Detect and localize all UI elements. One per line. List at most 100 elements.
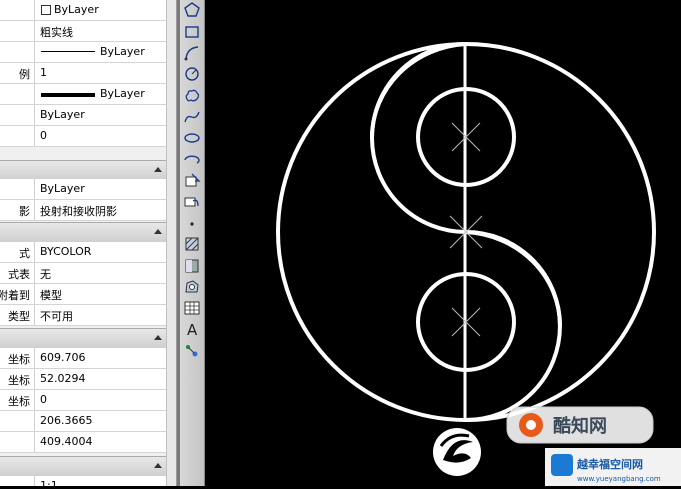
property-row[interactable]: 式 BYCOLOR xyxy=(0,242,176,263)
property-row[interactable]: 粗实线 xyxy=(0,21,176,42)
property-row[interactable]: 206.3665 xyxy=(0,411,176,432)
property-value[interactable]: ByLayer xyxy=(36,105,164,125)
property-row[interactable]: 附着到 模型 xyxy=(0,284,176,305)
property-value[interactable]: ByLayer xyxy=(36,42,164,62)
property-key-label: 式 xyxy=(19,247,30,260)
polygon-icon[interactable] xyxy=(182,0,202,20)
gradient-icon[interactable] xyxy=(182,256,202,276)
property-value[interactable]: 409.4004 xyxy=(36,432,164,452)
property-row[interactable]: 例1 xyxy=(0,63,176,84)
property-value-text: ByLayer xyxy=(100,45,145,58)
property-row[interactable]: 409.4004 xyxy=(0,432,176,453)
property-value[interactable]: 1 xyxy=(36,63,164,83)
property-value-text: ByLayer xyxy=(40,108,85,121)
property-key-label: 式表 xyxy=(8,268,30,281)
panel-scrollbar[interactable] xyxy=(166,0,176,486)
property-value-text: 无 xyxy=(40,268,51,281)
add-selected-icon[interactable] xyxy=(182,340,202,360)
section-header-plot-style[interactable] xyxy=(0,222,176,243)
property-value-text: 1 xyxy=(40,66,47,79)
property-value-text: 0 xyxy=(40,393,47,406)
property-value-text: 52.0294 xyxy=(40,372,86,385)
property-key: 附着到 xyxy=(0,284,35,304)
property-key: 坐标 xyxy=(0,348,35,368)
property-key-label: 例 xyxy=(19,68,30,81)
point-icon[interactable] xyxy=(182,214,202,234)
property-key: 影 xyxy=(0,200,35,220)
make-block-icon[interactable] xyxy=(182,192,202,212)
spline-icon[interactable] xyxy=(182,107,202,127)
property-value-text: 0 xyxy=(40,129,47,142)
collapse-triangle-icon[interactable] xyxy=(154,335,162,340)
revision-cloud-icon[interactable] xyxy=(182,86,202,106)
color-swatch-icon xyxy=(41,5,51,15)
logo-swirl xyxy=(433,428,481,476)
property-row[interactable]: 影投射和接收阴影 xyxy=(0,200,176,221)
section-header-geometry[interactable] xyxy=(0,328,176,349)
property-value[interactable]: BYCOLOR xyxy=(36,242,164,262)
collapse-triangle-icon[interactable] xyxy=(154,463,162,468)
property-key: 坐标 xyxy=(0,390,35,410)
circle-icon[interactable] xyxy=(182,64,202,84)
property-row[interactable]: 式表无 xyxy=(0,263,176,284)
property-value-text: 投射和接收阴影 xyxy=(40,205,117,218)
property-value[interactable]: 1:1 xyxy=(36,476,164,486)
insert-block-icon[interactable] xyxy=(182,171,202,191)
property-value[interactable]: ByLayer xyxy=(36,179,164,199)
property-row[interactable]: 类型 不可用 xyxy=(0,305,176,326)
property-value[interactable]: 模型 xyxy=(36,284,164,304)
property-row[interactable]: 0 xyxy=(0,126,176,147)
property-value-text: ByLayer xyxy=(54,3,99,16)
property-key xyxy=(0,476,35,486)
property-key xyxy=(0,21,35,41)
drawing-canvas[interactable]: 酷知网 越幸福空间网 www.yueyangbang.com xyxy=(205,0,681,486)
property-row[interactable]: 1:1 xyxy=(0,476,176,486)
property-row[interactable]: 坐标 609.706 xyxy=(0,348,176,369)
property-value[interactable]: 无 xyxy=(36,263,164,283)
property-value[interactable]: 52.0294 xyxy=(36,369,164,389)
property-key xyxy=(0,179,35,199)
multiline-text-icon[interactable]: A xyxy=(182,319,202,339)
region-icon[interactable] xyxy=(182,277,202,297)
property-row[interactable]: 坐标 0 xyxy=(0,390,176,411)
property-value[interactable]: ByLayer xyxy=(36,84,164,104)
property-key-label: 附着到 xyxy=(0,289,30,302)
property-value[interactable]: 投射和接收阴影 xyxy=(36,200,164,220)
property-row[interactable]: ByLayer xyxy=(0,84,176,105)
arc-icon[interactable] xyxy=(182,43,202,63)
section-header-misc[interactable] xyxy=(0,456,176,477)
table-icon[interactable] xyxy=(182,298,202,318)
property-key-label: 坐标 xyxy=(8,395,30,408)
ellipse-icon[interactable] xyxy=(182,128,202,148)
property-value[interactable]: ByLayer xyxy=(36,0,164,20)
hatch-icon[interactable] xyxy=(182,234,202,254)
property-value[interactable]: 609.706 xyxy=(36,348,164,368)
property-value-text: ByLayer xyxy=(100,87,145,100)
property-value[interactable]: 不可用 xyxy=(36,305,164,325)
property-value[interactable]: 0 xyxy=(36,126,164,146)
rectangle-icon[interactable] xyxy=(182,22,202,42)
properties-palette: ByLayer 粗实线 ByLayer 例 1 ByLayer ByLayer 0 ByLay… xyxy=(0,0,177,486)
property-value-text: 粗实线 xyxy=(40,26,73,39)
property-row[interactable]: ByLayer xyxy=(0,42,176,63)
thin-linetype-icon xyxy=(41,51,95,52)
property-row[interactable]: ByLayer xyxy=(0,105,176,126)
property-key xyxy=(0,411,35,431)
property-value[interactable]: 0 xyxy=(36,390,164,410)
property-row[interactable]: ByLayer xyxy=(0,0,176,21)
property-key xyxy=(0,432,35,452)
ellipse-arc-icon[interactable] xyxy=(182,149,202,169)
property-value-text: 不可用 xyxy=(40,310,73,323)
watermark-site2-text: 越幸福空间网 xyxy=(576,457,643,471)
property-key-label: 影 xyxy=(19,205,30,218)
property-row[interactable]: 坐标 52.0294 xyxy=(0,369,176,390)
property-value[interactable]: 粗实线 xyxy=(36,21,164,41)
property-row[interactable]: ByLayer xyxy=(0,179,176,200)
collapse-triangle-icon[interactable] xyxy=(154,229,162,234)
property-value[interactable]: 206.3665 xyxy=(36,411,164,431)
property-value-text: ByLayer xyxy=(40,182,85,195)
collapse-triangle-icon[interactable] xyxy=(154,167,162,172)
text-tool-label: A xyxy=(187,321,198,339)
watermark-yueyang: 越幸福空间网 www.yueyangbang.com xyxy=(545,448,681,486)
section-header-3d-visualization[interactable] xyxy=(0,160,176,181)
